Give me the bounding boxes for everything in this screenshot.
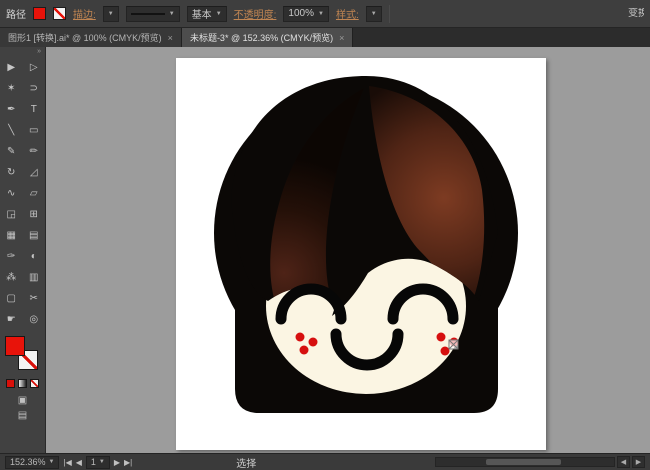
tool-misc: ▣ ▤ bbox=[0, 395, 45, 421]
mesh-tool-button[interactable]: ▦ bbox=[0, 225, 23, 246]
rectangle-tool-button[interactable]: ▭ bbox=[23, 120, 46, 141]
color-button[interactable] bbox=[6, 379, 15, 388]
direct-selection-tool-button[interactable]: ▷ bbox=[23, 57, 46, 78]
lasso-tool-button[interactable]: ⊃ bbox=[23, 78, 46, 99]
cheek-dot bbox=[440, 346, 450, 356]
magic-wand-tool-button[interactable]: ✶ bbox=[0, 78, 23, 99]
selection-tool-button[interactable]: ▶ bbox=[0, 57, 23, 78]
chevron-down-icon: ▼ bbox=[168, 10, 175, 17]
scrollbar-thumb[interactable] bbox=[485, 459, 561, 465]
status-bar: 152.36% ▼ |◀ ◀ 1 ▼ ▶ ▶| 选择 ◀ ▶ bbox=[0, 453, 650, 470]
cheek-dot bbox=[436, 332, 446, 342]
slice-tool-button[interactable]: ✂ bbox=[23, 288, 46, 309]
rotate-tool-button[interactable]: ↻ bbox=[0, 162, 23, 183]
chevron-down-icon: ▼ bbox=[318, 10, 324, 17]
line-tool-button[interactable]: ╲ bbox=[0, 120, 23, 141]
previous-artboard-button[interactable]: ◀ bbox=[76, 458, 82, 467]
selection-type-label: 路径 bbox=[6, 10, 26, 21]
stroke-width-dropdown[interactable]: ▼ bbox=[102, 5, 119, 22]
main-area: » ▶ ▷ ✶ ⊃ ✒ T ╲ ▭ ✎ ✏ ↻ ◿ ∿ ▱ ◲ ⊞ ▦ ▤ ✑ bbox=[0, 47, 650, 453]
fill-swatch[interactable] bbox=[4, 336, 25, 356]
zoom-tool-button[interactable]: ◎ bbox=[23, 309, 46, 330]
brush-definition-dropdown[interactable]: 基本 ▼ bbox=[186, 5, 227, 22]
tools-panel: » ▶ ▷ ✶ ⊃ ✒ T ╲ ▭ ✎ ✏ ↻ ◿ ∿ ▱ ◲ ⊞ ▦ ▤ ✑ bbox=[0, 47, 46, 453]
chevron-down-icon: ▼ bbox=[98, 459, 105, 465]
column-graph-tool-button[interactable]: ▥ bbox=[23, 267, 46, 288]
symbol-sprayer-tool-button[interactable]: ⁂ bbox=[0, 267, 23, 288]
pencil-tool-button[interactable]: ✏ bbox=[23, 141, 46, 162]
stroke-panel-link[interactable]: 描边: bbox=[73, 6, 96, 21]
gradient-tool-button[interactable]: ▤ bbox=[23, 225, 46, 246]
chevron-down-icon: ▼ bbox=[107, 10, 114, 17]
artboard-number-dropdown[interactable]: 1 ▼ bbox=[85, 455, 110, 469]
artboard-tool-button[interactable]: ▢ bbox=[0, 288, 23, 309]
opacity-dropdown[interactable]: 100% ▼ bbox=[283, 5, 329, 22]
free-transform-tool-button[interactable]: ▱ bbox=[23, 183, 46, 204]
close-icon[interactable]: × bbox=[339, 33, 344, 43]
document-tab-1[interactable]: 图形1 [转换].ai* @ 100% (CMYK/预览) × bbox=[0, 28, 182, 47]
type-tool-button[interactable]: T bbox=[23, 99, 46, 120]
canvas[interactable] bbox=[46, 47, 650, 453]
document-tab-2-title: 未标题-3* @ 152.36% (CMYK/预览) bbox=[189, 33, 334, 43]
toolbar-collapse-button[interactable]: » bbox=[37, 48, 41, 57]
chevron-down-icon: ▼ bbox=[370, 10, 377, 17]
hand-tool-button[interactable]: ☛ bbox=[0, 309, 23, 330]
tool-grid: ▶ ▷ ✶ ⊃ ✒ T ╲ ▭ ✎ ✏ ↻ ◿ ∿ ▱ ◲ ⊞ ▦ ▤ ✑ ◐ bbox=[0, 57, 45, 330]
transform-panel-label[interactable]: 变换 bbox=[628, 8, 644, 19]
anchor-indicator-icon bbox=[448, 339, 459, 350]
opacity-value: 100% bbox=[288, 8, 314, 19]
illustrator-window: 路径 描边: ▼ ▼ 基本▼ 不透明度: 100%▼ 样式: ▼ 变换 图形1 … bbox=[0, 0, 650, 470]
fill-stroke-widget bbox=[4, 336, 41, 374]
eyedropper-tool-button[interactable]: ✑ bbox=[0, 246, 23, 267]
zoom-value: 152.36% bbox=[10, 457, 46, 467]
style-dropdown[interactable]: ▼ bbox=[365, 5, 382, 22]
none-button[interactable] bbox=[30, 379, 39, 388]
shape-builder-tool-button[interactable]: ◲ bbox=[0, 204, 23, 225]
pen-tool-button[interactable]: ✒ bbox=[0, 99, 23, 120]
document-tab-bar: 图形1 [转换].ai* @ 100% (CMYK/预览) × 未标题-3* @… bbox=[0, 28, 650, 47]
scroll-left-button[interactable]: ◀ bbox=[617, 456, 630, 468]
width-tool-button[interactable]: ∿ bbox=[0, 183, 23, 204]
cheek-dot bbox=[299, 345, 309, 355]
scroll-right-button[interactable]: ▶ bbox=[632, 456, 645, 468]
brush-definition-value: 基本 bbox=[191, 10, 212, 21]
chevron-down-icon: ▼ bbox=[48, 459, 55, 465]
style-link[interactable]: 样式: bbox=[336, 6, 359, 21]
opacity-link[interactable]: 不透明度: bbox=[234, 6, 277, 21]
paint-mode-row bbox=[0, 379, 45, 388]
zoom-dropdown[interactable]: 152.36% ▼ bbox=[5, 455, 60, 469]
artboard-number: 1 bbox=[90, 457, 96, 467]
last-artboard-button[interactable]: ▶| bbox=[124, 458, 132, 467]
status-text: 选择 bbox=[236, 458, 257, 470]
fill-color-swatch[interactable] bbox=[33, 7, 46, 20]
cheek-dot bbox=[295, 332, 305, 342]
scrollbar-track[interactable] bbox=[435, 457, 615, 467]
control-bar: 路径 描边: ▼ ▼ 基本▼ 不透明度: 100%▼ 样式: ▼ 变换 bbox=[0, 0, 650, 28]
artwork-girl-face bbox=[214, 76, 518, 413]
gradient-button[interactable] bbox=[18, 379, 27, 388]
artboard[interactable] bbox=[176, 58, 546, 450]
paintbrush-tool-button[interactable]: ✎ bbox=[0, 141, 23, 162]
document-tab-1-title: 图形1 [转换].ai* @ 100% (CMYK/预览) bbox=[8, 33, 162, 43]
scale-tool-button[interactable]: ◿ bbox=[23, 162, 46, 183]
next-artboard-button[interactable]: ▶ bbox=[114, 458, 120, 467]
variable-width-dropdown[interactable]: ▼ bbox=[125, 5, 180, 22]
stroke-color-swatch[interactable] bbox=[53, 7, 66, 20]
stroke-line-icon bbox=[130, 12, 165, 15]
screen-mode-button[interactable]: ▤ bbox=[18, 410, 27, 421]
close-icon[interactable]: × bbox=[168, 33, 173, 43]
document-tab-2[interactable]: 未标题-3* @ 152.36% (CMYK/预览) × bbox=[181, 28, 354, 47]
perspective-grid-tool-button[interactable]: ⊞ bbox=[23, 204, 46, 225]
first-artboard-button[interactable]: |◀ bbox=[63, 458, 71, 467]
blend-tool-button[interactable]: ◐ bbox=[23, 246, 46, 267]
horizontal-scrollbar: ◀ ▶ bbox=[435, 456, 645, 468]
separator bbox=[388, 4, 390, 23]
chevron-down-icon: ▼ bbox=[215, 10, 222, 17]
draw-mode-button[interactable]: ▣ bbox=[18, 395, 27, 406]
cheek-dot bbox=[308, 337, 318, 347]
